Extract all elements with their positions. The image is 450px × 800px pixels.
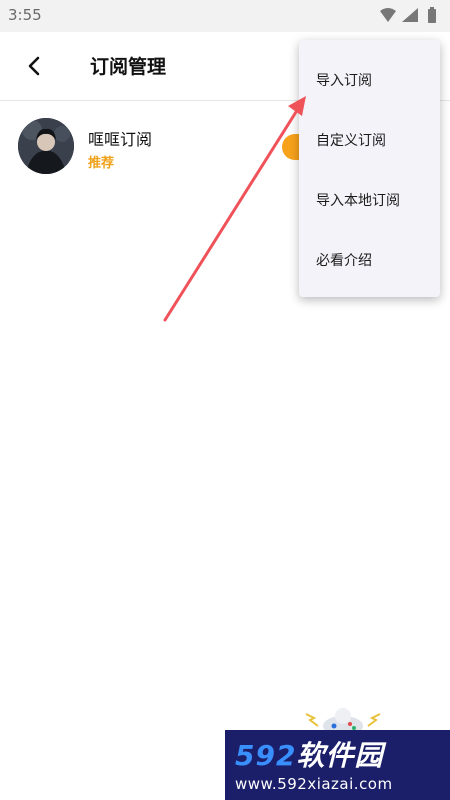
avatar bbox=[18, 118, 74, 174]
menu-item-label: 导入本地订阅 bbox=[316, 193, 400, 209]
status-icons bbox=[380, 7, 436, 23]
menu-item-label: 导入订阅 bbox=[316, 73, 372, 89]
popup-menu: 导入订阅 自定义订阅 导入本地订阅 必看介绍 bbox=[299, 40, 440, 297]
menu-item-custom-subscription[interactable]: 自定义订阅 bbox=[299, 110, 440, 170]
watermark-logo: 592软件园 bbox=[235, 734, 383, 774]
watermark-url: www.592xiazai.com bbox=[235, 775, 393, 793]
status-time: 3:55 bbox=[8, 6, 42, 24]
menu-item-label: 自定义订阅 bbox=[316, 133, 386, 149]
wifi-icon bbox=[380, 8, 396, 22]
menu-item-must-read-intro[interactable]: 必看介绍 bbox=[299, 230, 440, 290]
watermark-banner: 592软件园 www.592xiazai.com bbox=[225, 730, 450, 800]
menu-item-import-local-subscription[interactable]: 导入本地订阅 bbox=[299, 170, 440, 230]
status-bar: 3:55 bbox=[0, 0, 450, 32]
back-arrow-icon[interactable] bbox=[20, 52, 48, 80]
page-title: 订阅管理 bbox=[90, 56, 167, 78]
menu-item-label: 必看介绍 bbox=[316, 253, 372, 269]
recommend-badge: 推荐 bbox=[88, 156, 115, 171]
watermark-name: 软件园 bbox=[296, 739, 384, 772]
watermark-digits: 592 bbox=[235, 739, 297, 772]
signal-icon bbox=[402, 8, 418, 22]
avatar-image bbox=[18, 118, 74, 174]
menu-item-import-subscription[interactable]: 导入订阅 bbox=[299, 50, 440, 110]
subscription-name: 哐哐订阅 bbox=[88, 130, 153, 149]
battery-icon bbox=[428, 7, 436, 23]
